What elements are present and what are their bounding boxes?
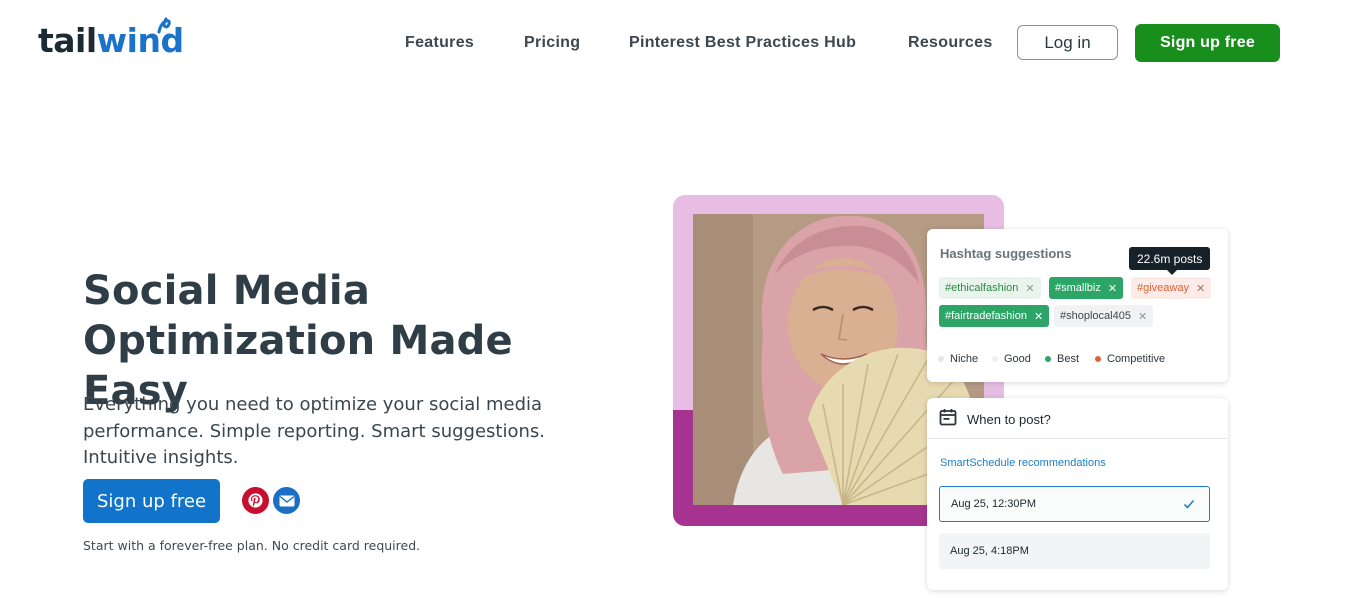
- hashtag-card-title: Hashtag suggestions: [940, 246, 1072, 261]
- legend-best: Best: [1045, 353, 1079, 365]
- pinterest-icon[interactable]: [242, 487, 269, 514]
- hashtag-chip[interactable]: #smallbiz ✕: [1049, 277, 1124, 299]
- nav-resources[interactable]: Resources: [908, 34, 993, 52]
- hashtag-chip[interactable]: #ethicalfashion ✕: [939, 277, 1041, 299]
- legend-competitive: Competitive: [1095, 353, 1165, 365]
- fine-print: Start with a forever-free plan. No credi…: [83, 538, 421, 553]
- hero-title-line1: Social Media: [83, 268, 371, 314]
- hashtag-chip[interactable]: #shoplocal405 ✕: [1054, 305, 1154, 327]
- hero-signup-button[interactable]: Sign up free: [83, 479, 220, 523]
- tailwind-logo[interactable]: tailwind: [38, 17, 184, 62]
- when-card-header: When to post?: [927, 398, 1228, 439]
- remove-tag-icon[interactable]: ✕: [1108, 282, 1117, 295]
- hashtag-chip[interactable]: #fairtradefashion ✕: [939, 305, 1050, 327]
- legend-niche: Niche: [938, 353, 978, 365]
- hashtag-suggestions-card: Hashtag suggestions 22.6m posts #ethical…: [927, 229, 1228, 382]
- logo-loop-icon: [157, 17, 171, 34]
- email-icon[interactable]: [273, 487, 300, 514]
- hero-subtitle: Everything you need to optimize your soc…: [83, 394, 545, 468]
- posts-count-tooltip: 22.6m posts: [1129, 247, 1211, 275]
- envelope-glyph-icon: [279, 495, 294, 506]
- when-card-title: When to post?: [967, 412, 1051, 427]
- time-slot-option[interactable]: Aug 25, 4:18PM: [939, 533, 1210, 569]
- smartschedule-label[interactable]: SmartSchedule recommendations: [940, 457, 1106, 469]
- header-signup-button[interactable]: Sign up free: [1135, 24, 1280, 62]
- login-button[interactable]: Log in: [1017, 25, 1118, 60]
- when-to-post-card: When to post? SmartSchedule recommendati…: [927, 398, 1228, 590]
- hashtag-chip[interactable]: #giveaway ✕: [1131, 277, 1212, 299]
- pinterest-glyph-icon: [248, 493, 263, 508]
- time-slot-option[interactable]: Aug 25, 12:30PM: [939, 486, 1210, 522]
- nav-pinterest-hub[interactable]: Pinterest Best Practices Hub: [629, 34, 856, 52]
- nav-features[interactable]: Features: [405, 34, 474, 52]
- check-icon: [1183, 499, 1195, 509]
- remove-tag-icon[interactable]: ✕: [1138, 310, 1147, 323]
- remove-tag-icon[interactable]: ✕: [1196, 282, 1205, 295]
- calendar-icon: [939, 409, 957, 426]
- remove-tag-icon[interactable]: ✕: [1034, 310, 1043, 323]
- nav-pricing[interactable]: Pricing: [524, 34, 580, 52]
- legend-good: Good: [992, 353, 1031, 365]
- remove-tag-icon[interactable]: ✕: [1025, 282, 1034, 295]
